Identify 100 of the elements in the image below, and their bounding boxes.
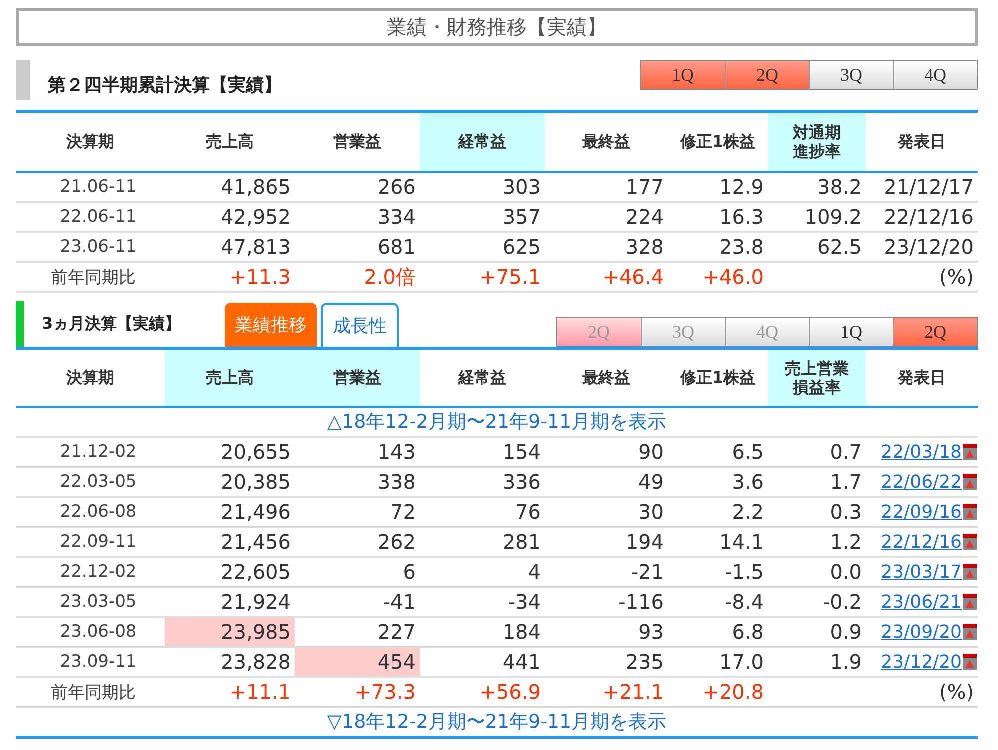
column-header: 発表日 [896,367,947,390]
show-earlier-link[interactable]: △18年12-2月期〜21年9-11月期を表示 [327,409,667,435]
table-cell-text: 47,813 [220,234,292,261]
tab[interactable]: 成長性 [321,303,400,347]
date-link[interactable]: 22/03/18 [881,442,962,462]
table-cell-text: 72 [390,499,417,526]
quarter-button[interactable]: 4Q [893,61,977,89]
tab[interactable]: 業績推移 [225,303,318,347]
date-link[interactable]: 22/12/16 [881,532,962,552]
table-cell-text: 21/12/17 [883,174,975,201]
pdf-icon[interactable] [962,653,978,671]
table-cell-text: 0.9 [829,619,863,646]
section-marker [16,301,24,347]
pdf-icon[interactable] [962,623,978,641]
table-cell-text: +56.9 [478,679,542,706]
table-cell-text: 328 [624,234,665,261]
date-link[interactable]: 23/09/20 [881,622,962,642]
table-cell-text: 49 [638,469,665,496]
table-cell-text: +46.4 [602,264,665,291]
pdf-icon[interactable] [962,443,978,461]
table-cell-text: 22.09-11 [59,531,138,554]
column-header: 営業益 [295,350,420,406]
table-cell-text: 41,865 [220,174,292,201]
quarter-button[interactable]: 3Q [809,61,893,89]
table-cell-text: +11.1 [228,679,292,706]
table-cell-text: 21,924 [220,589,292,616]
table-cell-text: +75.1 [478,264,542,291]
table-cell-text: +21.1 [602,679,665,706]
date-link[interactable]: 22/09/16 [881,502,962,522]
table-cell-text: -34 [507,589,542,616]
column-header: 決算期 [66,131,116,154]
pdf-icon[interactable] [962,473,978,491]
column-header: 最終益 [582,131,632,154]
date-link[interactable]: 23/06/21 [881,592,962,612]
quarter-button[interactable]: 1Q [641,61,725,89]
section-title: 第２四半期累計決算【実績】 [48,74,282,97]
table-cell-text: 6.8 [731,619,765,646]
quarter-button[interactable]: 2Q [893,318,977,346]
table-cell-text: 262 [376,529,417,556]
table-cell-text: 227 [376,619,417,646]
table-cell-text: 6.5 [731,439,765,466]
table-cell-text: (%) [938,679,975,706]
table-cell-text: 20,385 [220,469,292,496]
table-cell-text: 235 [624,649,665,676]
table-cell-text: 22.06-11 [59,206,138,229]
table-cell-text: 2.2 [731,499,765,526]
table-cell-text: 194 [624,529,665,556]
date-link[interactable]: 23/12/20 [881,652,962,672]
table-cell-text: (%) [938,264,975,291]
table-cell-text: 303 [502,174,542,201]
table-cell-text: +46.0 [702,264,765,291]
pdf-icon[interactable] [962,503,978,521]
table-cell-text: 21.06-11 [59,176,138,199]
pdf-icon[interactable] [962,593,978,611]
table-cell-text: +20.8 [702,679,765,706]
column-header: 修正1株益 [679,367,757,390]
table-cell-text: 20,655 [220,439,292,466]
table-cell-text: 17.0 [718,649,765,676]
table-cell-text: 184 [502,619,542,646]
page-title: 業績・財務推移【実績】 [16,8,978,46]
table-cell-text: 23.8 [718,234,765,261]
table-cell-text: 22,605 [220,559,292,586]
table-cell-text: -41 [382,589,417,616]
table-cell-text: 1.9 [829,649,863,676]
quarter-button[interactable]: 1Q [809,318,893,346]
table-cell-text: 1.2 [829,529,863,556]
column-header: 発表日 [896,131,947,154]
table-cell-text: 334 [376,204,417,231]
column-header: 対通期 進捗率 [768,113,866,171]
pdf-icon[interactable] [962,563,978,581]
table-cell-text: 23.03-05 [59,591,138,614]
column-header: 経常益 [457,367,508,390]
table-cell-text: 441 [502,649,542,676]
table-cell-text: 14.1 [718,529,765,556]
table-cell-text: 22.03-05 [59,471,138,494]
table-cell-text: 143 [376,439,417,466]
quarter-button[interactable]: 2Q [725,61,809,89]
date-link[interactable]: 22/06/22 [881,472,962,492]
column-header: 決算期 [66,367,116,390]
table-cell-text: +11.3 [228,264,292,291]
table-cell-text: 23.09-11 [59,651,138,674]
pdf-icon[interactable] [962,533,978,551]
table-cell-text: 224 [624,204,665,231]
table-cell-text: 23/12/20 [883,234,975,261]
table-cell-text: 0.0 [829,559,863,586]
table-cell-text: 4 [527,559,542,586]
show-later-link[interactable]: ▽18年12-2月期〜21年9-11月期を表示 [327,709,667,735]
table-cell-text: 90 [638,439,665,466]
table-cell-text: -116 [618,589,665,616]
table-cell-text: 76 [514,499,542,526]
column-header: 経常益 [420,113,545,171]
table-cell-text: 21.12-02 [59,441,138,464]
table-cell-text: 22.12-02 [59,561,138,584]
date-link[interactable]: 23/03/17 [881,562,962,582]
table-cell-text: 2.0倍 [363,264,417,290]
table-cell-text: 22/12/16 [883,204,975,231]
column-header: 最終益 [582,367,632,390]
column-header: 修正1株益 [679,131,757,154]
table-cell-text: 0.7 [829,439,863,466]
table-cell-text: -1.5 [724,559,765,586]
